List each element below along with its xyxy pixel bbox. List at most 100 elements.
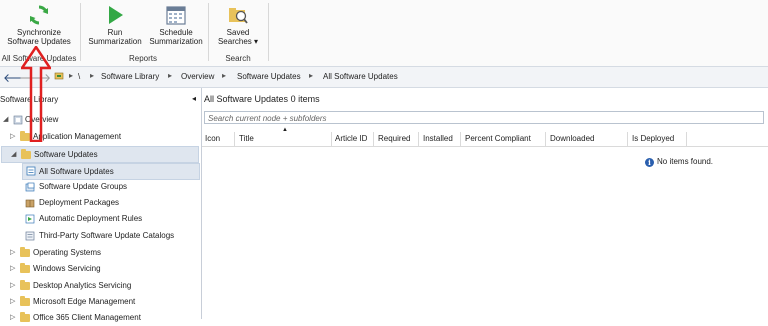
tree-item-automatic-deployment-rules[interactable]: Automatic Deployment Rules — [0, 211, 200, 227]
expand-icon[interactable]: ▷ — [10, 129, 15, 145]
breadcrumb-overview[interactable]: Overview — [181, 72, 214, 81]
expand-icon[interactable]: ▷ — [10, 278, 15, 294]
tree-item-label: Microsoft Edge Management — [33, 297, 136, 306]
calendar-icon — [166, 6, 186, 25]
address-bar: 🡐 🡒 ▸ \ ▸ Software Library ▸ Overview ▸ … — [0, 67, 768, 88]
breadcrumb-separator: ▸ — [222, 71, 227, 80]
tree-item-label: Operating Systems — [33, 248, 102, 257]
package-icon — [25, 199, 35, 208]
column-divider[interactable] — [373, 132, 374, 146]
tree-item-label: Software Updates — [34, 150, 98, 159]
breadcrumb-software-library[interactable]: Software Library — [101, 72, 159, 81]
breadcrumb-software-updates[interactable]: Software Updates — [237, 72, 301, 81]
column-percent-compliant[interactable]: Percent Compliant — [465, 134, 531, 148]
column-divider[interactable] — [418, 132, 419, 146]
tree-item-label: Deployment Packages — [39, 198, 120, 207]
rule-icon — [25, 214, 35, 224]
sync-label-1: Synchronize — [16, 28, 62, 37]
search-input[interactable]: Search current node + subfolders — [204, 111, 764, 124]
group-divider — [80, 3, 81, 61]
empty-state-text: No items found. — [657, 157, 714, 166]
red-annotation-arrow — [21, 46, 51, 142]
run-label-1: Run — [107, 28, 123, 37]
expand-icon[interactable]: ▷ — [10, 261, 15, 277]
schedule-summarization-button[interactable]: Schedule Summarization — [146, 4, 206, 46]
update-list-icon — [26, 166, 36, 176]
breadcrumb-separator: ▸ — [309, 71, 314, 80]
tree-item-operating-systems[interactable]: ▷ Operating Systems — [0, 245, 200, 261]
tree-item-desktop-analytics-servicing[interactable]: ▷ Desktop Analytics Servicing — [0, 278, 200, 294]
ribbon: Synchronize Software Updates All Softwar… — [0, 0, 768, 67]
folder-icon — [20, 280, 30, 290]
column-divider[interactable] — [460, 132, 461, 146]
catalog-icon — [25, 231, 35, 241]
tree-item-all-software-updates[interactable]: All Software Updates — [22, 163, 200, 180]
run-summarization-button[interactable]: Run Summarization — [84, 4, 146, 46]
sync-label-2: Software Updates — [7, 37, 71, 46]
expand-icon[interactable]: ▷ — [10, 310, 15, 326]
column-divider[interactable] — [686, 132, 687, 146]
results-title-text: All Software Updates — [204, 94, 289, 104]
folder-icon — [20, 247, 30, 257]
console-root-icon[interactable] — [54, 71, 64, 81]
results-count: 0 items — [290, 94, 320, 104]
folder-icon — [20, 263, 30, 273]
tree-item-software-update-groups[interactable]: Software Update Groups — [0, 179, 200, 195]
update-group-icon — [25, 182, 35, 192]
column-downloaded[interactable]: Downloaded — [550, 134, 594, 148]
column-article-id[interactable]: Article ID — [335, 134, 367, 148]
tree-item-third-party-catalogs[interactable]: Third-Party Software Update Catalogs — [0, 228, 200, 244]
tree-item-software-updates[interactable]: ◢ Software Updates — [1, 146, 199, 163]
column-icon[interactable]: Icon — [205, 134, 220, 148]
sync-icon — [30, 5, 48, 25]
empty-state: i No items found. — [645, 157, 713, 167]
results-pane: All Software Updates 0 items Search curr… — [202, 88, 768, 319]
tree-item-office-365-client-management[interactable]: ▷ Office 365 Client Management — [0, 310, 200, 326]
group-divider — [208, 3, 209, 61]
column-divider[interactable] — [331, 132, 332, 146]
saved-searches-button[interactable]: Saved Searches ▾ — [212, 4, 264, 46]
group-label-reports: Reports — [128, 54, 157, 63]
column-installed[interactable]: Installed — [423, 134, 453, 148]
folder-search-icon — [229, 8, 248, 24]
tree-item-label: Third-Party Software Update Catalogs — [39, 231, 175, 240]
ribbon-group-reports: Run Summarization Schedule Summarization… — [82, 2, 204, 64]
tree-item-windows-servicing[interactable]: ▷ Windows Servicing — [0, 261, 200, 277]
ribbon-group-search: Saved Searches ▾ Search — [210, 2, 266, 64]
folder-icon — [20, 296, 30, 306]
group-label-search: Search — [225, 54, 251, 63]
breadcrumb-separator: ▸ — [90, 71, 95, 80]
play-icon — [109, 6, 123, 24]
tree-item-label: Automatic Deployment Rules — [39, 214, 143, 223]
run-label-2: Summarization — [88, 37, 142, 46]
column-required[interactable]: Required — [378, 134, 410, 148]
sort-ascending-icon: ▲ — [282, 127, 288, 133]
synchronize-software-updates-button[interactable]: Synchronize Software Updates — [2, 4, 76, 46]
tree-item-deployment-packages[interactable]: Deployment Packages — [0, 195, 200, 211]
expand-icon[interactable]: ▷ — [10, 294, 15, 310]
breadcrumb-all-software-updates[interactable]: All Software Updates — [323, 72, 398, 81]
tree-item-label: Desktop Analytics Servicing — [33, 281, 132, 290]
column-title[interactable]: Title — [239, 134, 254, 148]
folder-icon — [20, 312, 30, 322]
column-divider[interactable] — [545, 132, 546, 146]
tree-item-label: Windows Servicing — [33, 264, 101, 273]
group-divider — [268, 3, 269, 61]
collapse-icon[interactable]: ◢ — [3, 112, 8, 128]
tree-item-label: Software Update Groups — [39, 182, 128, 191]
collapse-pane-icon[interactable]: ◂ — [192, 94, 196, 103]
expand-icon[interactable]: ▷ — [10, 245, 15, 261]
tree-item-label: Office 365 Client Management — [33, 313, 141, 322]
breadcrumb-separator: ▸ — [69, 71, 74, 80]
results-title: All Software Updates 0 items — [204, 94, 320, 104]
collapse-icon[interactable]: ◢ — [11, 147, 16, 162]
folder-icon — [21, 149, 31, 159]
column-divider[interactable] — [234, 132, 235, 146]
tree-item-label: All Software Updates — [39, 167, 114, 176]
column-is-deployed[interactable]: Is Deployed — [632, 134, 674, 148]
breadcrumb-root[interactable]: \ — [78, 72, 80, 81]
schedule-label-1: Schedule — [159, 28, 193, 37]
column-divider[interactable] — [627, 132, 628, 146]
tree-item-microsoft-edge-management[interactable]: ▷ Microsoft Edge Management — [0, 294, 200, 310]
saved-label-1: Saved — [226, 28, 250, 37]
